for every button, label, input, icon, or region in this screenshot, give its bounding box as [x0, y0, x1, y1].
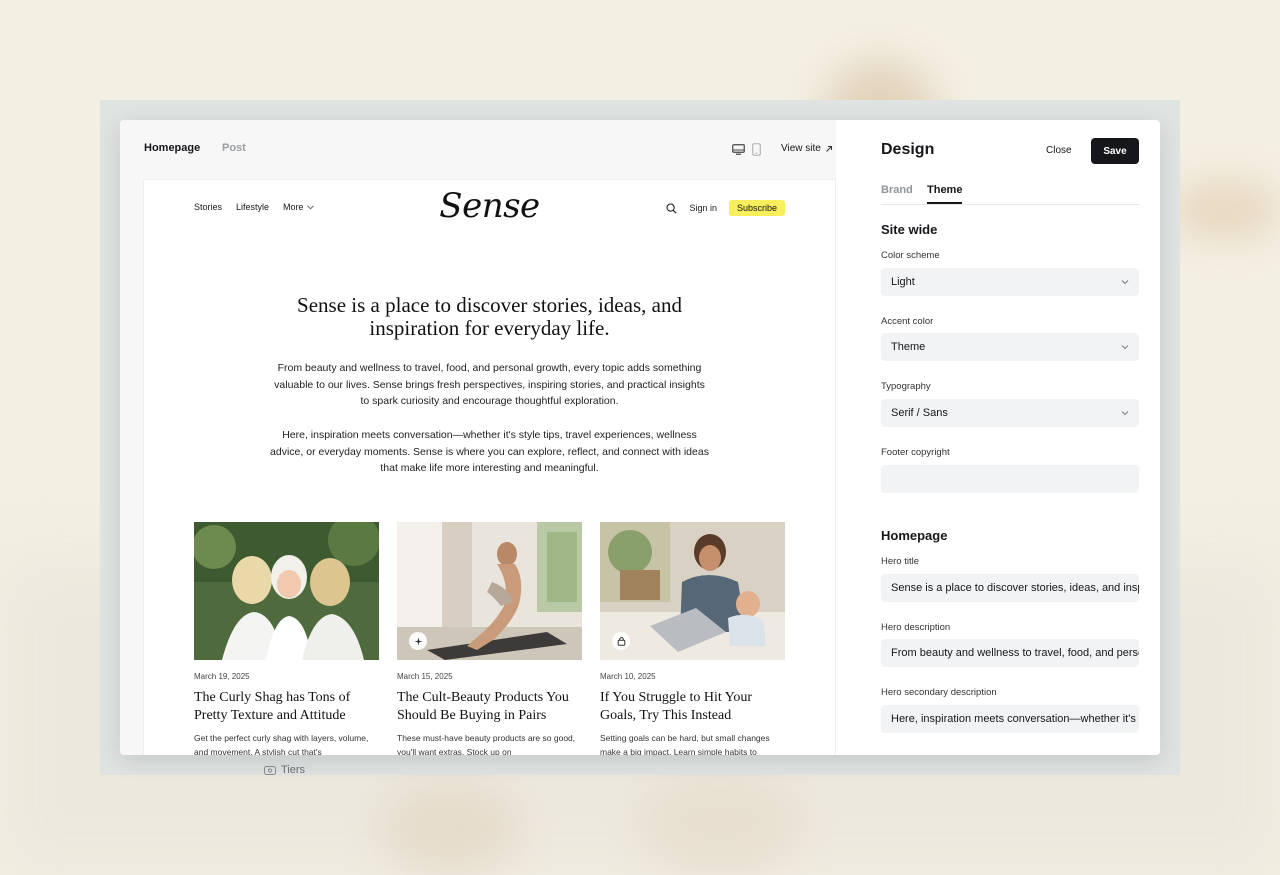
post-date: March 15, 2025 — [397, 672, 453, 681]
hero-title: Sense is a place to discover stories, id… — [297, 293, 682, 340]
background-shape — [380, 780, 520, 875]
chevron-down-icon — [1121, 411, 1129, 416]
color-scheme-select[interactable]: Light — [881, 268, 1139, 296]
site-actions: Sign in Subscribe — [666, 200, 785, 216]
background-shape — [640, 770, 800, 875]
post-card[interactable]: March 19, 2025 The Curly Shag has Tons o… — [194, 522, 379, 755]
hero-description-value: From beauty and wellness to travel, food… — [891, 647, 1139, 659]
design-tabs: Brand Theme — [881, 184, 1139, 205]
mobile-preview-icon[interactable] — [752, 143, 761, 156]
tab-homepage[interactable]: Homepage — [144, 142, 200, 154]
typography-select[interactable]: Serif / Sans — [881, 399, 1139, 427]
subscribe-button[interactable]: Subscribe — [728, 200, 785, 216]
typography-label: Typography — [881, 381, 931, 392]
hero-title-input[interactable]: Sense is a place to discover stories, id… — [881, 574, 1139, 602]
hero-description: From beauty and wellness to travel, food… — [274, 362, 705, 407]
close-button[interactable]: Close — [1046, 145, 1072, 156]
tiers-label: Tiers — [281, 764, 306, 776]
site-preview: Stories Lifestyle More Sense Sign in Sub… — [144, 180, 835, 755]
sparkle-icon — [414, 637, 422, 645]
post-image — [194, 522, 379, 660]
accent-color-label: Accent color — [881, 316, 934, 327]
post-title[interactable]: The Curly Shag has Tons of Pretty Textur… — [194, 689, 379, 725]
hero-secondary-description-label: Hero secondary description — [881, 687, 997, 698]
post-excerpt: Setting goals can be hard, but small cha… — [600, 733, 770, 755]
save-button[interactable]: Save — [1091, 138, 1139, 164]
homepage-section-title: Homepage — [881, 528, 948, 543]
chevron-down-icon — [1121, 345, 1129, 350]
design-modal: Homepage Post View site Stories Lifestyl… — [120, 120, 1160, 755]
lock-icon — [617, 637, 625, 646]
hero-secondary-description-value: Here, inspiration meets conversation—whe… — [891, 713, 1139, 725]
post-date: March 10, 2025 — [600, 672, 656, 681]
site-wide-section-title: Site wide — [881, 222, 938, 237]
tiers-icon — [264, 765, 276, 775]
hero-title-label: Hero title — [881, 556, 920, 567]
external-link-icon — [825, 145, 832, 152]
accent-color-select[interactable]: Theme — [881, 333, 1139, 361]
sign-in-link[interactable]: Sign in — [689, 203, 717, 213]
preview-pane: Homepage Post View site Stories Lifestyl… — [120, 120, 836, 755]
post-badge — [612, 632, 630, 650]
view-site-link[interactable]: View site — [781, 143, 833, 154]
design-panel: Design Close Save Brand Theme Site wide … — [836, 120, 1160, 755]
preview-topbar: Homepage Post View site — [144, 142, 836, 158]
desktop-preview-icon[interactable] — [732, 144, 745, 155]
footer-copyright-input[interactable] — [881, 465, 1139, 493]
post-excerpt: Get the perfect curly shag with layers, … — [194, 733, 369, 755]
post-feed: March 19, 2025 The Curly Shag has Tons o… — [194, 522, 785, 755]
post-image-illustration — [194, 522, 379, 660]
typography-value: Serif / Sans — [891, 407, 948, 419]
design-panel-title: Design — [881, 141, 935, 158]
post-excerpt: These must-have beauty products are so g… — [397, 733, 576, 755]
color-scheme-value: Light — [891, 276, 915, 288]
accent-color-value: Theme — [891, 341, 926, 353]
tab-theme[interactable]: Theme — [927, 184, 963, 204]
chevron-down-icon — [1121, 280, 1129, 285]
hero-secondary-description-input[interactable]: Here, inspiration meets conversation—whe… — [881, 705, 1139, 733]
post-title[interactable]: The Cult-Beauty Products You Should Be B… — [397, 689, 582, 725]
hero-description-label: Hero description — [881, 622, 951, 633]
hero-title-value: Sense is a place to discover stories, id… — [891, 582, 1139, 594]
post-image — [600, 522, 785, 660]
post-card[interactable]: March 10, 2025 If You Struggle to Hit Yo… — [600, 522, 785, 755]
hero-secondary-description: Here, inspiration meets conversation—whe… — [270, 429, 709, 474]
footer-copyright-label: Footer copyright — [881, 447, 950, 458]
post-title[interactable]: If You Struggle to Hit Your Goals, Try T… — [600, 689, 785, 725]
background-tiers-item: Tiers — [264, 764, 305, 776]
post-card[interactable]: March 15, 2025 The Cult-Beauty Products … — [397, 522, 582, 755]
view-site-label: View site — [781, 143, 821, 154]
background-shape — [1170, 180, 1280, 240]
hero-description-input[interactable]: From beauty and wellness to travel, food… — [881, 639, 1139, 667]
post-badge — [409, 632, 427, 650]
color-scheme-label: Color scheme — [881, 250, 940, 261]
tab-brand[interactable]: Brand — [881, 184, 913, 202]
post-image — [397, 522, 582, 660]
search-icon[interactable] — [666, 202, 678, 214]
post-date: March 19, 2025 — [194, 672, 250, 681]
tab-post[interactable]: Post — [222, 142, 246, 154]
